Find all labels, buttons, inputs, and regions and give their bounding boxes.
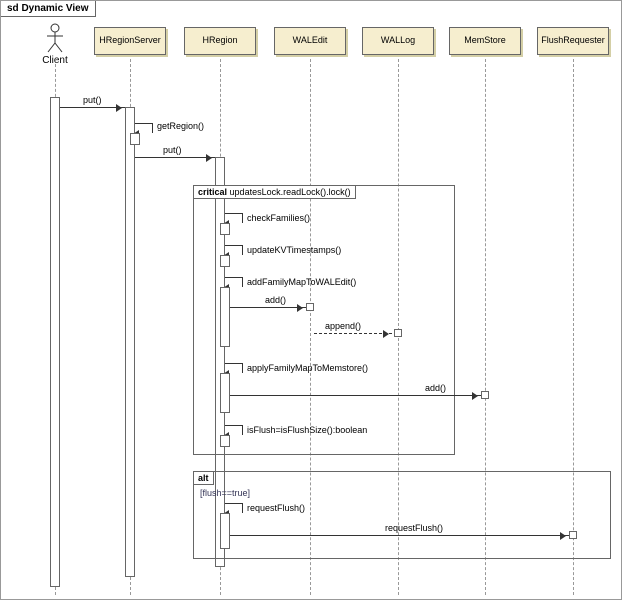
arrow-put2 — [135, 157, 215, 158]
head-regionserver: HRegionServer — [94, 27, 166, 55]
msg-updatekv: updateKVTimestamps() — [247, 245, 341, 255]
self-addfamwal — [225, 277, 243, 287]
self-reqflush — [225, 503, 243, 513]
self-getregion — [135, 123, 153, 133]
activation-checkfam — [220, 223, 230, 235]
msg-append: append() — [325, 321, 361, 331]
arrow-add2 — [230, 395, 481, 396]
exec-flushreq — [569, 531, 577, 539]
msg-add2: add() — [425, 383, 446, 393]
self-updatekv — [225, 245, 243, 255]
msg-reqflush1: requestFlush() — [247, 503, 305, 513]
msg-getregion: getRegion() — [157, 121, 204, 131]
activation-applyfam — [220, 373, 230, 413]
actor-icon — [45, 23, 65, 53]
msg-addfamwal: addFamilyMapToWALEdit() — [247, 277, 356, 287]
msg-put2: put() — [163, 145, 182, 155]
self-applyfam — [225, 363, 243, 373]
self-isflush — [225, 425, 243, 435]
activation-updatekv — [220, 255, 230, 267]
activation-client — [50, 97, 60, 587]
msg-reqflush2: requestFlush() — [385, 523, 443, 533]
fragment-alt: alt [flush==true] — [193, 471, 611, 559]
msg-put1: put() — [83, 95, 102, 105]
msg-add1: add() — [265, 295, 286, 305]
msg-checkfam: checkFamilies() — [247, 213, 310, 223]
head-wallog: WALLog — [362, 27, 434, 55]
arrow-add1 — [230, 307, 306, 308]
frame-title-tab: sd Dynamic View — [1, 1, 96, 17]
activation-regionserver — [125, 107, 135, 577]
head-region: HRegion — [184, 27, 256, 55]
activation-addfamwal — [220, 287, 230, 347]
alt-guard: [flush==true] — [200, 488, 250, 498]
msg-applyfam: applyFamilyMapToMemstore() — [247, 363, 368, 373]
alt-label: alt — [198, 473, 209, 483]
diagram-canvas: Client HRegionServer HRegion WALEdit WAL… — [5, 17, 617, 595]
head-memstore: MemStore — [449, 27, 521, 55]
fragment-critical-tab: critical updatesLock.readLock().lock() — [193, 185, 356, 199]
fragment-critical: critical updatesLock.readLock().lock() — [193, 185, 455, 455]
head-flushreq: FlushRequester — [537, 27, 609, 55]
activation-reqflush — [220, 513, 230, 549]
frame-title: sd Dynamic View — [7, 3, 89, 14]
head-waledit: WALEdit — [274, 27, 346, 55]
exec-wallog — [394, 329, 402, 337]
critical-guard: updatesLock.readLock().lock() — [230, 187, 351, 197]
self-checkfam — [225, 213, 243, 223]
exec-memstore — [481, 391, 489, 399]
msg-isflush: isFlush=isFlushSize():boolean — [247, 425, 367, 435]
activation-getregion — [130, 133, 140, 145]
activation-isflush — [220, 435, 230, 447]
fragment-alt-tab: alt — [193, 471, 214, 485]
arrow-append — [314, 333, 392, 334]
diagram-frame: sd Dynamic View Client HRegionServer HRe… — [0, 0, 622, 600]
arrow-put1 — [60, 107, 125, 108]
arrow-reqflush2 — [230, 535, 569, 536]
exec-waledit — [306, 303, 314, 311]
critical-label: critical — [198, 187, 227, 197]
